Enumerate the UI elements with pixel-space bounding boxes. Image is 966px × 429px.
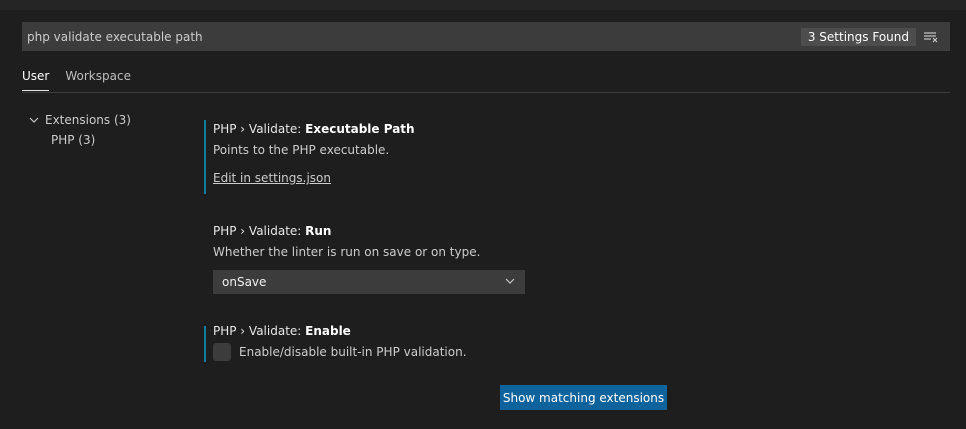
settings-search-bar: 3 Settings Found <box>22 22 950 51</box>
setting-category: PHP › Validate: <box>213 122 306 136</box>
setting-title: PHP › Validate: Executable Path <box>213 120 764 138</box>
setting-name: Executable Path <box>305 122 415 136</box>
checkbox-label: Enable/disable built-in PHP validation. <box>239 345 467 359</box>
setting-description: Points to the PHP executable. <box>213 143 390 157</box>
setting-title: PHP › Validate: Enable <box>213 322 764 340</box>
chevron-down-icon <box>504 275 516 290</box>
setting-executable-path: PHP › Validate: Executable Path Points t… <box>204 116 764 194</box>
toc-item-php[interactable]: PHP (3) <box>28 130 131 150</box>
filter-list-icon[interactable] <box>922 30 940 44</box>
enable-checkbox-row: Enable/disable built-in PHP validation. <box>213 343 764 361</box>
settings-table-of-contents: Extensions (3) PHP (3) <box>28 110 131 150</box>
tab-user[interactable]: User <box>22 66 50 91</box>
run-select[interactable]: onSave <box>213 270 525 294</box>
toc-item-extensions[interactable]: Extensions (3) <box>28 110 131 130</box>
setting-name: Enable <box>305 324 351 338</box>
toc-item-label: PHP (3) <box>51 133 96 147</box>
run-select-value: onSave <box>222 275 267 289</box>
setting-enable: PHP › Validate: Enable Enable/disable bu… <box>204 322 764 362</box>
setting-category: PHP › Validate: <box>213 224 306 238</box>
setting-category: PHP › Validate: <box>213 324 306 338</box>
top-strip <box>0 0 966 10</box>
settings-search-input[interactable] <box>22 22 801 51</box>
settings-scope-tabs: User Workspace <box>22 66 147 91</box>
setting-description: Whether the linter is run on save or on … <box>213 245 481 259</box>
setting-run: PHP › Validate: Run Whether the linter i… <box>204 222 764 294</box>
chevron-down-icon <box>28 114 40 126</box>
settings-list: PHP › Validate: Executable Path Points t… <box>204 116 764 362</box>
setting-title: PHP › Validate: Run <box>213 222 764 240</box>
settings-count-badge: 3 Settings Found <box>800 27 916 46</box>
toc-item-label: Extensions (3) <box>45 113 131 127</box>
enable-checkbox[interactable] <box>213 343 231 361</box>
edit-in-settings-json-link[interactable]: Edit in settings.json <box>213 171 331 185</box>
tab-workspace[interactable]: Workspace <box>65 66 131 91</box>
show-matching-extensions-button[interactable]: Show matching extensions <box>500 385 667 410</box>
setting-name: Run <box>305 224 332 238</box>
tabs-divider <box>22 92 950 93</box>
